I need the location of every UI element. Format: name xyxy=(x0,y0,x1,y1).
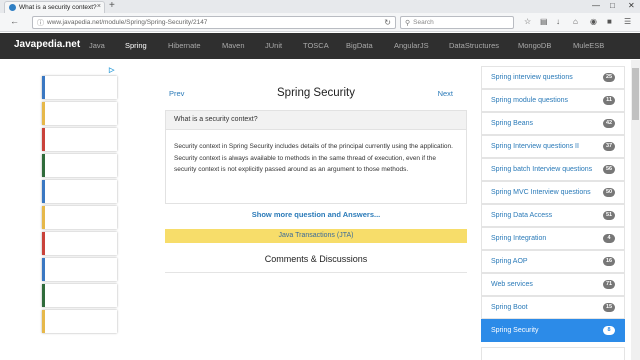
ad-slot[interactable] xyxy=(42,180,117,203)
related-topic-banner[interactable]: Java Transactions (JTA) xyxy=(165,229,467,243)
sidebar-item-spring-beans[interactable]: Spring Beans 42 xyxy=(481,112,625,135)
sidebar-item-label: Spring Interview questions II xyxy=(491,143,579,150)
count-badge: 37 xyxy=(603,142,615,151)
sidebar-item-label: Spring Integration xyxy=(491,235,547,242)
answer-text: Security context in Spring Security incl… xyxy=(174,143,453,173)
tab-title: What is a security context? xyxy=(19,4,97,11)
ad-slot[interactable] xyxy=(42,284,117,307)
comments-heading: Comments & Discussions xyxy=(264,254,368,264)
close-tab-icon[interactable]: × xyxy=(97,3,101,10)
site-header: Javapedia.net Java Spring Hibernate Mave… xyxy=(0,33,640,59)
menu-icon[interactable]: ☰ xyxy=(624,17,631,26)
menu-item-bigdata[interactable]: BigData xyxy=(346,41,373,50)
ad-choices-icon[interactable]: ▷ xyxy=(109,66,114,74)
new-tab-button[interactable]: + xyxy=(109,0,115,11)
maximize-icon[interactable]: □ xyxy=(610,1,615,10)
count-badge: 16 xyxy=(603,257,615,266)
menu-item-maven[interactable]: Maven xyxy=(222,41,245,50)
sidebar-item-spring-interview-questions-ii[interactable]: Spring Interview questions II 37 xyxy=(481,135,625,158)
sidebar-item-spring-mvc[interactable]: Spring MVC Interview questions 50 xyxy=(481,181,625,204)
browser-tab-bar: What is a security context? × + — □ ✕ xyxy=(0,0,640,13)
count-badge: 15 xyxy=(603,303,615,312)
sidebar-item-spring-security[interactable]: Spring Security 8 xyxy=(481,319,625,342)
page-title: Spring Security xyxy=(277,87,355,99)
sidebar-item-label: Spring AOP xyxy=(491,258,528,265)
sidebar-item-label: Spring MVC Interview questions xyxy=(491,189,591,196)
menu-item-mongodb[interactable]: MongoDB xyxy=(518,41,551,50)
scroll-thumb[interactable] xyxy=(632,68,639,120)
menu-item-datastructures[interactable]: DataStructures xyxy=(449,41,499,50)
ad-slot[interactable] xyxy=(42,102,117,125)
ad-slot[interactable] xyxy=(42,310,117,333)
count-badge: 25 xyxy=(603,73,615,82)
count-badge: 4 xyxy=(603,234,615,243)
question-card: What is a security context? Security con… xyxy=(165,110,467,204)
sidebar-item-spring-boot[interactable]: Spring Boot 15 xyxy=(481,296,625,319)
ad-slot[interactable] xyxy=(42,206,117,229)
sidebar-item-label: Spring Boot xyxy=(491,304,528,311)
extension-icon[interactable]: ■ xyxy=(607,17,612,26)
url-text: www.javapedia.net/module/Spring/Spring-S… xyxy=(47,19,208,26)
download-icon[interactable]: ↓ xyxy=(556,17,560,26)
ad-slot[interactable] xyxy=(42,76,117,99)
info-icon[interactable]: ⓘ xyxy=(37,18,44,28)
count-badge: 42 xyxy=(603,119,615,128)
menu-item-angularjs[interactable]: AngularJS xyxy=(394,41,429,50)
reading-list-icon[interactable]: ▤ xyxy=(540,17,548,26)
sidebar-item-label: Web services xyxy=(491,281,533,288)
count-badge: 51 xyxy=(603,211,615,220)
content-header: Prev Spring Security Next xyxy=(165,86,467,106)
sidebar-item-label: Spring Security xyxy=(491,327,539,334)
star-icon[interactable]: ☆ xyxy=(524,17,531,26)
menu-item-hibernate[interactable]: Hibernate xyxy=(168,41,201,50)
ad-slot[interactable] xyxy=(42,128,117,151)
sidebar-item-spring-data-access[interactable]: Spring Data Access 51 xyxy=(481,204,625,227)
sidebar-item-spring-integration[interactable]: Spring Integration 4 xyxy=(481,227,625,250)
home-icon[interactable]: ⌂ xyxy=(573,17,578,26)
question-title: What is a security context? xyxy=(166,111,466,130)
menu-item-muleesb[interactable]: MuleESB xyxy=(573,41,604,50)
pocket-icon[interactable]: ◉ xyxy=(590,17,597,26)
ad-slot[interactable] xyxy=(42,258,117,281)
reload-icon[interactable]: ↻ xyxy=(384,18,391,27)
count-badge: 50 xyxy=(603,188,615,197)
sidebar-item-web-services[interactable]: Web services 71 xyxy=(481,273,625,296)
next-link[interactable]: Next xyxy=(438,89,453,98)
count-badge: 71 xyxy=(603,280,615,289)
favicon-icon xyxy=(9,4,16,11)
close-window-icon[interactable]: ✕ xyxy=(628,1,635,10)
menu-item-junit[interactable]: JUnit xyxy=(265,41,282,50)
search-icon: ⚲ xyxy=(405,19,411,27)
site-logo[interactable]: Javapedia.net xyxy=(14,39,80,50)
browser-tab[interactable]: What is a security context? × xyxy=(4,1,105,13)
menu-item-tosca[interactable]: TOSCA xyxy=(303,41,329,50)
sidebar-item-label: Spring Data Access xyxy=(491,212,553,219)
url-bar[interactable]: ⓘ www.javapedia.net/module/Spring/Spring… xyxy=(32,16,396,29)
search-input[interactable]: ⚲ Search xyxy=(400,16,514,29)
sidebar-item-label: Spring module questions xyxy=(491,97,569,104)
sidebar-item-partial[interactable] xyxy=(481,347,625,360)
sidebar-item-spring-interview-questions[interactable]: Spring interview questions 25 xyxy=(481,66,625,89)
sidebar-item-label: Spring batch Interview questions xyxy=(491,166,593,173)
sidebar-item-label: Spring interview questions xyxy=(491,74,573,81)
sidebar-item-spring-aop[interactable]: Spring AOP 16 xyxy=(481,250,625,273)
show-more-link[interactable]: Show more question and Answers... xyxy=(165,210,467,219)
ad-slot[interactable] xyxy=(42,232,117,255)
count-badge: 8 xyxy=(603,326,615,335)
sidebar-item-spring-module-questions[interactable]: Spring module questions 11 xyxy=(481,89,625,112)
minimize-icon[interactable]: — xyxy=(592,1,600,10)
back-icon[interactable]: ← xyxy=(10,16,19,26)
count-badge: 56 xyxy=(603,165,615,174)
browser-nav-bar: ← ⓘ www.javapedia.net/module/Spring/Spri… xyxy=(0,13,640,32)
count-badge: 11 xyxy=(603,96,615,105)
ad-slot[interactable] xyxy=(42,154,117,177)
sidebar-item-spring-batch[interactable]: Spring batch Interview questions 56 xyxy=(481,158,625,181)
sidebar-item-label: Spring Beans xyxy=(491,120,534,127)
page-scrollbar[interactable] xyxy=(631,60,640,360)
menu-item-spring[interactable]: Spring xyxy=(125,41,147,50)
search-placeholder: Search xyxy=(413,19,434,26)
divider xyxy=(165,272,467,273)
menu-item-java[interactable]: Java xyxy=(89,41,105,50)
